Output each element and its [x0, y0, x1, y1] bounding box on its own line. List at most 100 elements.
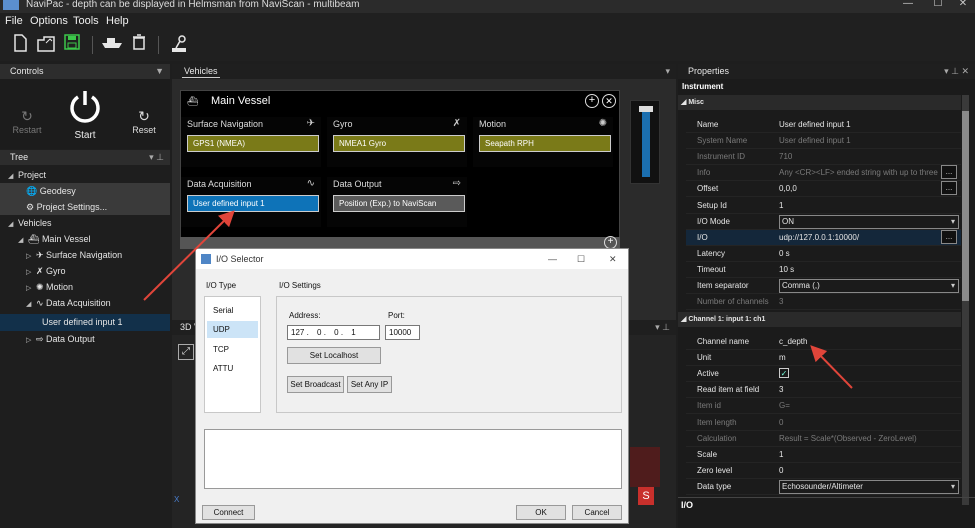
property-row[interactable]: Calculation Result = Scale*(Observed - Ze… [686, 431, 961, 447]
property-value[interactable]: udp://127.0.0.1:10000/ [779, 230, 939, 246]
property-value[interactable]: 0 [779, 415, 959, 431]
property-value[interactable]: 10 s [779, 262, 959, 278]
active-checkbox[interactable]: ✓ [779, 368, 789, 379]
zoom-slider[interactable] [630, 100, 660, 184]
property-row[interactable]: ▾ Data type Echosounder/Altimeter [686, 479, 961, 495]
fullscreen-icon[interactable]: ⤢ [178, 344, 194, 360]
slider-thumb[interactable] [639, 106, 653, 112]
menu-help[interactable]: Help [106, 15, 129, 27]
property-value[interactable]: 0 [779, 463, 959, 479]
pin-icon[interactable]: ▾ ⊥ [655, 320, 670, 335]
property-value[interactable]: 3 [779, 294, 959, 310]
property-value[interactable]: Result = Scale*(Observed - ZeroLevel) [779, 431, 959, 447]
tree-item-project-settings[interactable]: ⚙ Project Settings... [0, 199, 170, 215]
reset-button[interactable]: ↻ Reset [129, 108, 159, 135]
property-row[interactable]: System Name User defined input 1 [686, 133, 961, 150]
property-value[interactable]: c_depth [779, 334, 959, 350]
property-value[interactable]: m [779, 350, 959, 366]
motion-button[interactable]: Seapath RPH [479, 135, 611, 152]
property-row[interactable]: Timeout 10 s [686, 262, 961, 278]
tree-item-main-vessel[interactable]: ◢ ⛴ Main Vessel [0, 231, 170, 247]
tree-item-project[interactable]: ◢ Project [0, 167, 170, 183]
pin-icon[interactable]: ▾ [665, 64, 670, 79]
property-row[interactable]: Channel name c_depth [686, 334, 961, 350]
property-row[interactable]: ▾ Item separator Comma (,) [686, 278, 961, 294]
restart-button[interactable]: ↻ Restart [12, 108, 42, 135]
property-value[interactable]: ✓ [779, 366, 959, 382]
io-type-serial[interactable]: Serial [213, 306, 233, 315]
add-icon[interactable]: + [585, 94, 599, 108]
port-field[interactable]: 10000 [385, 325, 420, 340]
ok-button[interactable]: OK [516, 505, 566, 520]
gyro-button[interactable]: NMEA1 Gyro [333, 135, 465, 152]
property-row[interactable]: Latency 0 s [686, 246, 961, 262]
io-type-attu[interactable]: ATTU [213, 364, 233, 373]
save-icon[interactable] [61, 34, 83, 56]
property-value[interactable]: G= [779, 398, 959, 414]
connect-button[interactable]: Connect [202, 505, 255, 520]
delete-icon[interactable] [128, 34, 150, 56]
property-value[interactable]: 1 [779, 447, 959, 463]
maximize-button[interactable]: ☐ [926, 0, 950, 10]
pin-icon[interactable]: ▾ ⊥ [149, 150, 164, 165]
gps-button[interactable]: GPS1 (NMEA) [187, 135, 319, 152]
dropdown-icon[interactable]: ▼ [155, 64, 164, 79]
property-value[interactable]: Comma (,) [779, 279, 959, 293]
tree-item-geodesy[interactable]: 🌐 Geodesy [0, 183, 170, 199]
close-icon[interactable]: ✕ [609, 249, 617, 269]
property-row[interactable]: Setup Id 1 [686, 198, 961, 214]
property-value[interactable]: User defined input 1 [779, 133, 959, 149]
scrollbar-thumb[interactable] [962, 111, 969, 301]
set-broadcast-button[interactable]: Set Broadcast [287, 376, 344, 393]
minimize-icon[interactable]: — [548, 249, 557, 269]
properties-scrollbar[interactable] [962, 95, 969, 505]
menu-file[interactable]: File [5, 15, 23, 27]
maximize-icon[interactable]: ☐ [577, 249, 585, 269]
vessel-icon[interactable] [101, 34, 123, 56]
output-button[interactable]: Position (Exp.) to NaviScan [333, 195, 465, 212]
property-row[interactable]: Item id G= [686, 398, 961, 415]
property-value[interactable]: 1 [779, 198, 959, 214]
ellipsis-button[interactable]: ... [941, 229, 957, 244]
io-type-tcp[interactable]: TCP [213, 345, 229, 354]
property-value[interactable]: ON [779, 214, 959, 229]
tab-vehicles[interactable]: Vehicles [182, 65, 220, 78]
menu-options[interactable]: Options [30, 15, 68, 27]
cancel-button[interactable]: Cancel [572, 505, 622, 520]
property-row[interactable]: I/O udp://127.0.0.1:10000/... [686, 229, 961, 246]
property-row[interactable]: Zero level 0 [686, 463, 961, 479]
user-input-button[interactable]: User defined input 1 [187, 195, 319, 212]
property-value[interactable]: Echosounder/Altimeter [779, 479, 959, 494]
property-row[interactable]: Item length 0 [686, 415, 961, 431]
property-row[interactable]: Read item at field 3 [686, 382, 961, 399]
set-localhost-button[interactable]: Set Localhost [287, 347, 381, 364]
property-row[interactable]: Name User defined input 1 [686, 117, 961, 133]
close-icon[interactable]: ✕ [602, 94, 616, 108]
property-row[interactable]: Instrument ID 710 [686, 149, 961, 166]
open-file-icon[interactable] [35, 34, 57, 56]
start-button[interactable]: Start [63, 88, 107, 141]
tree-item-user-defined-input[interactable]: User defined input 1 [0, 314, 170, 331]
io-type-udp[interactable]: UDP [207, 321, 258, 338]
property-row[interactable]: ▾ I/O Mode ON [686, 214, 961, 230]
tree-item-vehicles[interactable]: ◢ Vehicles [0, 215, 170, 231]
property-row[interactable]: Number of channels 3 [686, 294, 961, 311]
new-file-icon[interactable] [9, 34, 31, 56]
ellipsis-button[interactable]: ... [941, 165, 957, 180]
property-value[interactable]: User defined input 1 [779, 117, 959, 133]
property-value[interactable]: 710 [779, 149, 959, 165]
close-button[interactable]: ✕ [951, 0, 975, 10]
tree-item-data-acquisition[interactable]: ◢ ∿ Data Acquisition [0, 295, 170, 311]
property-row[interactable]: Scale 1 [686, 447, 961, 463]
property-value[interactable]: 3 [779, 382, 959, 398]
category-misc[interactable]: ◢ Misc [678, 95, 961, 110]
category-channel-1[interactable]: ◢ Channel 1: input 1: ch1 [678, 312, 961, 327]
io-log-area[interactable] [204, 429, 622, 489]
property-row[interactable]: Active ✓ [686, 366, 961, 383]
tree-item-data-output[interactable]: ▷ ⇨ Data Output [0, 331, 170, 347]
tree-item-motion[interactable]: ▷ ✺ Motion [0, 279, 170, 295]
property-value[interactable]: 0 s [779, 246, 959, 262]
tree-item-gyro[interactable]: ▷ ✗ Gyro [0, 263, 170, 279]
address-field[interactable]: 127 . 0 . 0 . 1 [287, 325, 380, 340]
property-value[interactable]: Any <CR><LF> ended string with up to thr… [779, 165, 939, 181]
